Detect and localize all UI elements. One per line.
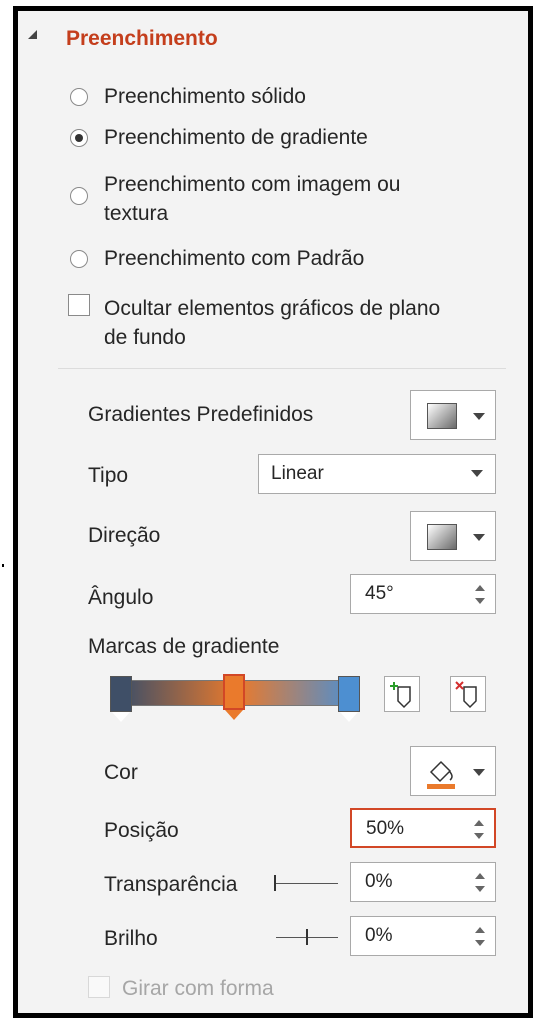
color-dropdown[interactable]	[410, 746, 496, 796]
radio-pattern-fill[interactable]	[70, 250, 88, 268]
spin-down-icon[interactable]	[475, 598, 485, 604]
transparency-value[interactable]: 0%	[365, 870, 392, 894]
gradient-swatch-icon	[427, 524, 457, 550]
radio-gradient-fill[interactable]	[70, 129, 88, 147]
preset-gradients-label: Gradientes Predefinidos	[88, 403, 314, 426]
spin-down-icon[interactable]	[474, 833, 484, 839]
color-label: Cor	[104, 761, 138, 784]
gradient-stop-pointer	[112, 712, 130, 722]
position-spinner[interactable]: 50%	[350, 808, 496, 848]
angle-value: 45°	[365, 583, 394, 604]
collapse-triangle-icon[interactable]	[28, 30, 37, 39]
add-gradient-stop-button[interactable]	[384, 676, 420, 712]
brightness-label: Brilho	[104, 927, 158, 950]
remove-gradient-stop-button[interactable]	[450, 676, 486, 712]
remove-gradient-stop-icon	[455, 681, 477, 709]
transparency-slider-thumb[interactable]	[274, 875, 276, 891]
rotate-with-shape-checkbox[interactable]	[88, 976, 110, 998]
gradient-swatch-icon	[427, 403, 457, 429]
transparency-spinner[interactable]: 0%	[350, 862, 496, 902]
spin-down-icon[interactable]	[475, 886, 485, 892]
direction-label: Direção	[88, 524, 161, 547]
chevron-down-icon	[471, 470, 483, 477]
spin-down-icon[interactable]	[475, 940, 485, 946]
add-gradient-stop-icon	[390, 682, 411, 709]
transparency-label: Transparência	[104, 873, 238, 896]
gradient-stops-label: Marcas de gradiente	[88, 635, 280, 658]
spin-up-icon[interactable]	[475, 585, 485, 591]
radio-picture-fill[interactable]	[70, 187, 88, 205]
type-select-value: Linear	[271, 463, 324, 484]
hide-background-label-line1[interactable]: Ocultar elementos gráficos de plano	[104, 296, 440, 322]
radio-picture-fill-label-line1[interactable]: Preenchimento com imagem ou	[104, 172, 400, 198]
position-value[interactable]: 50%	[366, 817, 404, 841]
divider	[58, 368, 506, 369]
gradient-stop-body	[110, 676, 132, 712]
radio-pattern-fill-label[interactable]: Preenchimento com Padrão	[104, 246, 364, 272]
radio-picture-fill-label-line2[interactable]: textura	[104, 201, 168, 227]
radio-solid-fill[interactable]	[70, 88, 88, 106]
brightness-spinner[interactable]: 0%	[350, 916, 496, 956]
hide-background-label-line2[interactable]: de fundo	[104, 325, 186, 351]
type-label: Tipo	[88, 464, 129, 487]
paint-bucket-icon	[427, 760, 455, 789]
preset-gradients-dropdown[interactable]	[410, 390, 496, 440]
rotate-with-shape-label: Girar com forma	[122, 977, 274, 1000]
type-select[interactable]: Linear	[258, 454, 496, 494]
spin-up-icon[interactable]	[475, 873, 485, 879]
radio-gradient-fill-label[interactable]: Preenchimento de gradiente	[104, 125, 368, 151]
direction-dropdown[interactable]	[410, 511, 496, 561]
gradient-stop-pointer	[225, 710, 243, 720]
angle-spinner[interactable]: 45°	[350, 574, 496, 614]
brightness-slider-thumb[interactable]	[306, 929, 308, 945]
gradient-stop-pointer	[340, 712, 358, 722]
chevron-down-icon	[473, 769, 485, 776]
gradient-stop-2[interactable]	[338, 676, 360, 722]
radio-solid-fill-label[interactable]: Preenchimento sólido	[104, 84, 306, 110]
chevron-down-icon	[473, 413, 485, 420]
spin-up-icon[interactable]	[475, 927, 485, 933]
spin-up-icon[interactable]	[474, 820, 484, 826]
transparency-slider-track[interactable]	[274, 883, 338, 884]
brightness-value[interactable]: 0%	[365, 924, 392, 948]
gradient-stop-0[interactable]	[110, 676, 132, 722]
gradient-stop-1-selected[interactable]	[223, 674, 245, 720]
gradient-stop-body	[223, 674, 245, 710]
angle-label: Ângulo	[88, 586, 154, 609]
hide-background-checkbox[interactable]	[68, 294, 90, 316]
section-title[interactable]: Preenchimento	[66, 26, 218, 52]
chevron-down-icon	[473, 534, 485, 541]
edge-mark	[2, 564, 4, 567]
position-label: Posição	[104, 819, 179, 842]
gradient-stop-body	[338, 676, 360, 712]
